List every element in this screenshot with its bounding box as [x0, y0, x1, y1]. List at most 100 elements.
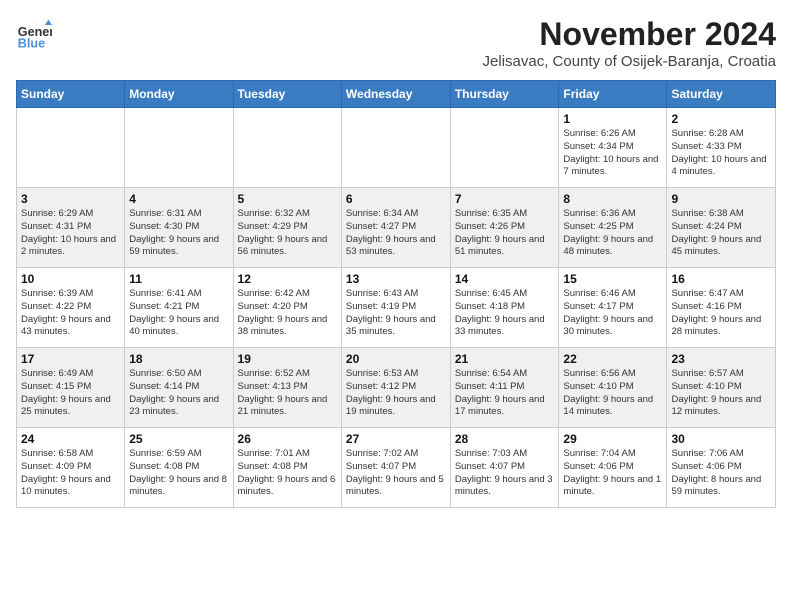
day-number: 24: [21, 432, 120, 446]
day-info: Sunrise: 6:43 AM Sunset: 4:19 PM Dayligh…: [346, 288, 446, 339]
day-number: 19: [238, 352, 337, 366]
day-info: Sunrise: 6:56 AM Sunset: 4:10 PM Dayligh…: [563, 368, 662, 419]
month-title: November 2024: [483, 16, 776, 53]
day-cell: 14Sunrise: 6:45 AM Sunset: 4:18 PM Dayli…: [450, 268, 559, 348]
logo-icon: General Blue: [16, 16, 52, 52]
day-cell: 20 Sunrise: 6:53 AM Sunset: 4:12 PM Dayli…: [341, 348, 450, 428]
col-header-monday: Monday: [125, 81, 233, 108]
day-info: Sunrise: 7:01 AM Sunset: 4:08 PM Dayligh…: [238, 448, 337, 499]
day-info: Sunrise: 6:31 AM Sunset: 4:30 PM Dayligh…: [129, 208, 228, 259]
day-cell: 22 Sunrise: 6:56 AM Sunset: 4:10 PM Dayli…: [559, 348, 667, 428]
day-info: Sunrise: 6:46 AM Sunset: 4:17 PM Dayligh…: [563, 288, 662, 339]
day-cell: 23 Sunrise: 6:57 AM Sunset: 4:10 PM Dayli…: [667, 348, 776, 428]
day-info: Sunrise: 7:02 AM Sunset: 4:07 PM Dayligh…: [346, 448, 446, 499]
day-number: 11: [129, 272, 228, 286]
day-number: 13: [346, 272, 446, 286]
day-number: 27: [346, 432, 446, 446]
day-cell: [17, 108, 125, 188]
day-info: Sunrise: 6:49 AM Sunset: 4:15 PM Dayligh…: [21, 368, 120, 419]
day-number: 7: [455, 192, 555, 206]
day-cell: 12Sunrise: 6:42 AM Sunset: 4:20 PM Dayli…: [233, 268, 341, 348]
calendar-table: SundayMondayTuesdayWednesdayThursdayFrid…: [16, 80, 776, 508]
day-number: 25: [129, 432, 228, 446]
day-number: 6: [346, 192, 446, 206]
calendar-body: 1Sunrise: 6:26 AM Sunset: 4:34 PM Daylig…: [17, 108, 776, 508]
day-number: 2: [671, 112, 771, 126]
day-info: Sunrise: 6:57 AM Sunset: 4:10 PM Dayligh…: [671, 368, 771, 419]
day-info: Sunrise: 6:38 AM Sunset: 4:24 PM Dayligh…: [671, 208, 771, 259]
day-number: 29: [563, 432, 662, 446]
day-info: Sunrise: 6:41 AM Sunset: 4:21 PM Dayligh…: [129, 288, 228, 339]
day-info: Sunrise: 6:47 AM Sunset: 4:16 PM Dayligh…: [671, 288, 771, 339]
day-cell: 21 Sunrise: 6:54 AM Sunset: 4:11 PM Dayli…: [450, 348, 559, 428]
day-info: Sunrise: 6:32 AM Sunset: 4:29 PM Dayligh…: [238, 208, 337, 259]
day-info: Sunrise: 6:35 AM Sunset: 4:26 PM Dayligh…: [455, 208, 555, 259]
col-header-tuesday: Tuesday: [233, 81, 341, 108]
day-cell: 2 Sunrise: 6:28 AM Sunset: 4:33 PM Daylig…: [667, 108, 776, 188]
day-number: 20: [346, 352, 446, 366]
page-header: General Blue November 2024 Jelisavac, Co…: [16, 16, 776, 70]
day-info: Sunrise: 6:53 AM Sunset: 4:12 PM Dayligh…: [346, 368, 446, 419]
day-number: 4: [129, 192, 228, 206]
day-number: 9: [671, 192, 771, 206]
day-number: 21: [455, 352, 555, 366]
day-info: Sunrise: 6:34 AM Sunset: 4:27 PM Dayligh…: [346, 208, 446, 259]
day-number: 5: [238, 192, 337, 206]
day-number: 14: [455, 272, 555, 286]
day-info: Sunrise: 6:52 AM Sunset: 4:13 PM Dayligh…: [238, 368, 337, 419]
day-cell: 5 Sunrise: 6:32 AM Sunset: 4:29 PM Daylig…: [233, 188, 341, 268]
day-cell: 11 Sunrise: 6:41 AM Sunset: 4:21 PM Dayli…: [125, 268, 233, 348]
week-row-1: 1Sunrise: 6:26 AM Sunset: 4:34 PM Daylig…: [17, 108, 776, 188]
day-number: 22: [563, 352, 662, 366]
day-number: 18: [129, 352, 228, 366]
day-cell: 8 Sunrise: 6:36 AM Sunset: 4:25 PM Daylig…: [559, 188, 667, 268]
day-cell: 29 Sunrise: 7:04 AM Sunset: 4:06 PM Dayli…: [559, 428, 667, 508]
day-cell: 18 Sunrise: 6:50 AM Sunset: 4:14 PM Dayli…: [125, 348, 233, 428]
day-info: Sunrise: 6:28 AM Sunset: 4:33 PM Dayligh…: [671, 128, 771, 179]
day-cell: 26 Sunrise: 7:01 AM Sunset: 4:08 PM Dayli…: [233, 428, 341, 508]
column-headers: SundayMondayTuesdayWednesdayThursdayFrid…: [17, 81, 776, 108]
day-number: 8: [563, 192, 662, 206]
day-info: Sunrise: 7:03 AM Sunset: 4:07 PM Dayligh…: [455, 448, 555, 499]
day-cell: 24 Sunrise: 6:58 AM Sunset: 4:09 PM Dayli…: [17, 428, 125, 508]
day-number: 26: [238, 432, 337, 446]
day-info: Sunrise: 7:06 AM Sunset: 4:06 PM Dayligh…: [671, 448, 771, 499]
day-cell: 3 Sunrise: 6:29 AM Sunset: 4:31 PM Daylig…: [17, 188, 125, 268]
day-cell: 1Sunrise: 6:26 AM Sunset: 4:34 PM Daylig…: [559, 108, 667, 188]
day-cell: 10 Sunrise: 6:39 AM Sunset: 4:22 PM Dayli…: [17, 268, 125, 348]
day-info: Sunrise: 6:36 AM Sunset: 4:25 PM Dayligh…: [563, 208, 662, 259]
day-cell: 4 Sunrise: 6:31 AM Sunset: 4:30 PM Daylig…: [125, 188, 233, 268]
day-number: 3: [21, 192, 120, 206]
day-cell: 17 Sunrise: 6:49 AM Sunset: 4:15 PM Dayli…: [17, 348, 125, 428]
week-row-4: 17 Sunrise: 6:49 AM Sunset: 4:15 PM Dayli…: [17, 348, 776, 428]
day-info: Sunrise: 6:58 AM Sunset: 4:09 PM Dayligh…: [21, 448, 120, 499]
day-cell: 30 Sunrise: 7:06 AM Sunset: 4:06 PM Dayli…: [667, 428, 776, 508]
day-cell: 6 Sunrise: 6:34 AM Sunset: 4:27 PM Daylig…: [341, 188, 450, 268]
day-number: 16: [671, 272, 771, 286]
week-row-5: 24 Sunrise: 6:58 AM Sunset: 4:09 PM Dayli…: [17, 428, 776, 508]
day-cell: 7 Sunrise: 6:35 AM Sunset: 4:26 PM Daylig…: [450, 188, 559, 268]
day-number: 12: [238, 272, 337, 286]
col-header-sunday: Sunday: [17, 81, 125, 108]
day-cell: [341, 108, 450, 188]
day-info: Sunrise: 6:54 AM Sunset: 4:11 PM Dayligh…: [455, 368, 555, 419]
col-header-wednesday: Wednesday: [341, 81, 450, 108]
col-header-thursday: Thursday: [450, 81, 559, 108]
logo: General Blue: [16, 16, 52, 52]
day-cell: 28Sunrise: 7:03 AM Sunset: 4:07 PM Dayli…: [450, 428, 559, 508]
day-info: Sunrise: 6:26 AM Sunset: 4:34 PM Dayligh…: [563, 128, 662, 179]
day-info: Sunrise: 6:29 AM Sunset: 4:31 PM Dayligh…: [21, 208, 120, 259]
day-cell: 25Sunrise: 6:59 AM Sunset: 4:08 PM Dayli…: [125, 428, 233, 508]
day-info: Sunrise: 6:39 AM Sunset: 4:22 PM Dayligh…: [21, 288, 120, 339]
day-number: 17: [21, 352, 120, 366]
day-number: 30: [671, 432, 771, 446]
day-number: 15: [563, 272, 662, 286]
day-info: Sunrise: 7:04 AM Sunset: 4:06 PM Dayligh…: [563, 448, 662, 499]
week-row-3: 10 Sunrise: 6:39 AM Sunset: 4:22 PM Dayli…: [17, 268, 776, 348]
col-header-saturday: Saturday: [667, 81, 776, 108]
day-number: 10: [21, 272, 120, 286]
day-number: 23: [671, 352, 771, 366]
day-info: Sunrise: 6:50 AM Sunset: 4:14 PM Dayligh…: [129, 368, 228, 419]
title-area: November 2024 Jelisavac, County of Osije…: [483, 16, 776, 70]
day-cell: 13 Sunrise: 6:43 AM Sunset: 4:19 PM Dayli…: [341, 268, 450, 348]
